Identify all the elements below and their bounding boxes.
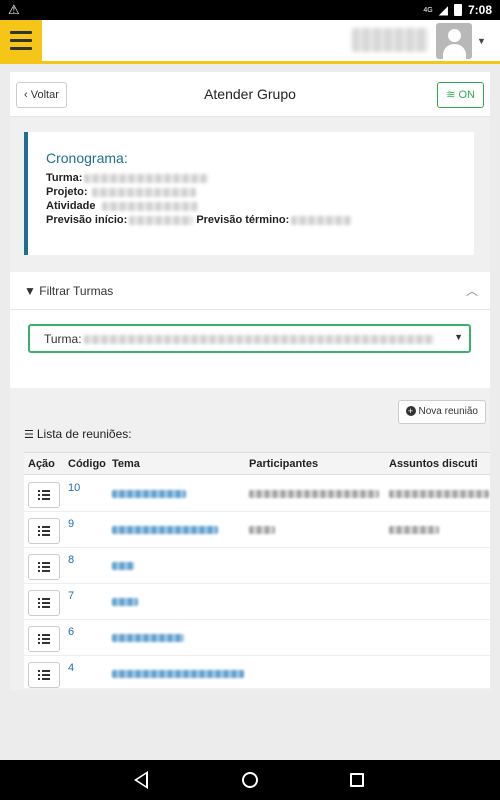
status-bar: ⚠ 4G ◢ 7:08 [0, 0, 500, 20]
network-type: 4G [423, 6, 433, 14]
row-actions-button[interactable] [28, 626, 60, 652]
turma-select[interactable]: Turma: ▼ [28, 324, 471, 353]
list-icon [38, 634, 50, 644]
row-actions-button[interactable] [28, 662, 60, 688]
filter-icon: ▼ [24, 284, 36, 298]
nav-home-icon[interactable] [242, 772, 258, 788]
row-code[interactable]: 9 [68, 518, 74, 530]
list-icon [38, 526, 50, 536]
cronograma-title: Cronograma: [46, 150, 128, 166]
table-row: 10 [24, 476, 490, 512]
plus-circle-icon: + [405, 406, 416, 416]
projeto-line: Projeto: [46, 186, 196, 198]
signal-icon: ◢ [438, 3, 448, 17]
column-header-assuntos: Assuntos discuti [389, 458, 478, 470]
warning-icon: ⚠ [8, 2, 20, 17]
turma-line: Turma: [46, 172, 209, 184]
column-header-participantes: Participantes [249, 458, 319, 470]
page-title: Atender Grupo [204, 86, 296, 102]
new-meeting-button[interactable]: + Nova reunião [397, 400, 486, 424]
list-icon [38, 490, 50, 500]
page-header: ‹ Voltar Atender Grupo ≋ ON [10, 80, 490, 112]
filter-header[interactable]: ▼ Filtrar Turmas ︿ [10, 272, 490, 310]
row-code[interactable]: 10 [68, 482, 80, 494]
cronograma-card: Cronograma: Turma: Projeto: Atividade Pr… [24, 132, 474, 255]
row-actions-button[interactable] [28, 590, 60, 616]
filter-title: Filtrar Turmas [39, 284, 114, 298]
system-nav-bar [0, 760, 500, 800]
table-header: Ação Código Tema Participantes Assuntos … [24, 453, 490, 475]
dropdown-arrow-icon: ▼ [454, 332, 463, 342]
chevron-down-icon[interactable]: ▼ [477, 36, 486, 46]
wifi-icon: ≋ [446, 89, 456, 101]
meetings-list-title: ☰ Lista de reuniões: [24, 427, 132, 441]
column-header-tema: Tema [112, 458, 140, 470]
list-icon: ☰ [24, 429, 34, 441]
previsao-line: Previsão início: Previsão término: [46, 214, 352, 226]
user-name-blurred [352, 28, 428, 52]
avatar[interactable] [436, 23, 472, 59]
row-actions-button[interactable] [28, 518, 60, 544]
table-row: 4 [24, 656, 490, 688]
list-icon [38, 562, 50, 572]
row-actions-button[interactable] [28, 482, 60, 508]
turma-select-label: Turma: [44, 332, 82, 346]
list-icon [38, 670, 50, 680]
nav-recents-icon[interactable] [350, 773, 364, 787]
table-row: 7 [24, 584, 490, 620]
row-code[interactable]: 4 [68, 662, 74, 674]
meetings-table: Ação Código Tema Participantes Assuntos … [24, 452, 490, 688]
menu-icon[interactable] [0, 20, 42, 61]
battery-icon [453, 4, 462, 16]
filter-panel: ▼ Filtrar Turmas ︿ Turma: ▼ [10, 272, 490, 388]
list-icon [38, 598, 50, 608]
column-header-acao: Ação [28, 458, 55, 470]
app-bar: ▼ [0, 20, 500, 64]
row-code[interactable]: 8 [68, 554, 74, 566]
page-content: ‹ Voltar Atender Grupo ≋ ON Cronograma: … [10, 72, 490, 690]
row-actions-button[interactable] [28, 554, 60, 580]
clock: 7:08 [467, 3, 492, 17]
table-row: 9 [24, 512, 490, 548]
chevron-up-icon[interactable]: ︿ [466, 282, 478, 299]
atividade-line: Atividade [46, 200, 198, 212]
connection-status-button[interactable]: ≋ ON [437, 82, 484, 108]
table-row: 6 [24, 620, 490, 656]
row-code[interactable]: 7 [68, 590, 74, 602]
column-header-codigo: Código [68, 458, 106, 470]
row-code[interactable]: 6 [68, 626, 74, 638]
table-row: 8 [24, 548, 490, 584]
nav-back-icon[interactable] [134, 771, 148, 789]
